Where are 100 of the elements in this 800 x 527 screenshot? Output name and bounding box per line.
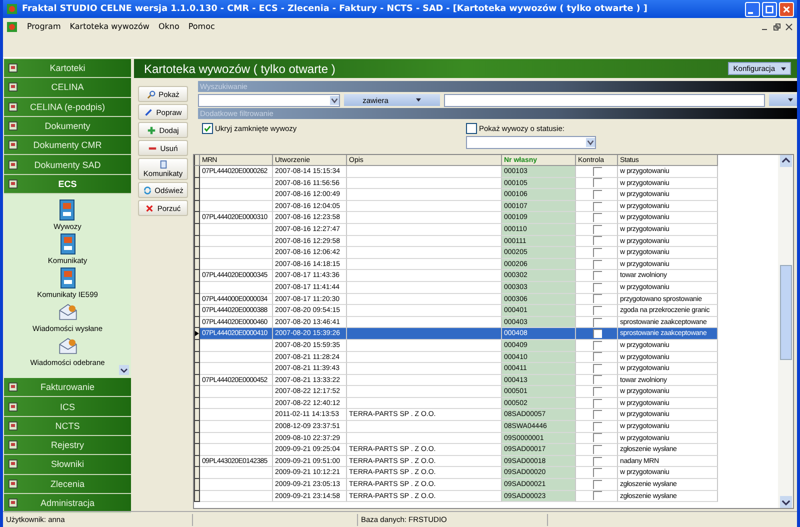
section-icon (8, 478, 18, 489)
scroll-down-icon[interactable] (780, 496, 792, 508)
checkbox[interactable] (593, 329, 602, 338)
checkbox[interactable] (593, 213, 602, 222)
sidebar-section[interactable]: NCTS (4, 416, 131, 436)
checkbox[interactable] (593, 248, 602, 257)
checkbox[interactable] (593, 410, 602, 420)
checkbox[interactable] (593, 445, 602, 454)
row-header[interactable] (194, 386, 200, 398)
minimize-button[interactable] (745, 2, 760, 16)
sidebar-section[interactable]: Dokumenty SAD (4, 155, 131, 175)
vertical-scrollbar[interactable] (778, 155, 793, 508)
checkbox[interactable] (593, 340, 602, 350)
section-icon (8, 102, 18, 112)
sidebar-section[interactable]: Rejestry (4, 436, 131, 456)
sidebar-section[interactable]: Dokumenty (4, 116, 131, 136)
checkbox[interactable] (593, 398, 602, 408)
checkbox[interactable] (593, 318, 602, 327)
checkbox[interactable] (466, 123, 477, 134)
document-icon (158, 160, 168, 169)
checkbox[interactable] (593, 387, 602, 396)
row-header[interactable] (194, 224, 200, 236)
row-header[interactable] (194, 305, 200, 317)
row-header[interactable] (194, 444, 200, 456)
row-header[interactable] (194, 398, 200, 410)
row-header[interactable] (194, 236, 200, 248)
row-header[interactable] (194, 456, 200, 468)
checkbox[interactable] (593, 271, 602, 280)
menu-item[interactable]: Okno (158, 22, 180, 31)
checkbox[interactable] (593, 236, 602, 246)
row-header[interactable] (194, 178, 200, 190)
checkbox[interactable] (593, 422, 602, 431)
cabinet-icon[interactable] (57, 198, 78, 222)
checkbox[interactable] (593, 260, 602, 269)
row-header[interactable] (194, 189, 200, 201)
row-header[interactable] (194, 479, 200, 491)
scroll-thumb[interactable] (780, 265, 792, 360)
row-header[interactable] (194, 363, 200, 375)
row-header[interactable] (194, 467, 200, 480)
row-header[interactable] (194, 432, 200, 444)
row-header[interactable] (194, 352, 200, 364)
checkbox[interactable] (593, 375, 602, 384)
field-dropdown[interactable] (198, 94, 340, 106)
close-icon[interactable] (785, 22, 793, 30)
row-header[interactable] (194, 409, 200, 422)
section-icon (8, 121, 18, 132)
sidebar-section[interactable]: CELINA (e-podpis) (4, 98, 131, 117)
sidebar-section[interactable]: ECS (4, 174, 131, 194)
menu-item[interactable]: Program (27, 22, 61, 31)
checkbox[interactable] (593, 468, 602, 478)
sidebar-section[interactable]: Zlecenia (4, 474, 131, 494)
checkbox[interactable] (593, 166, 602, 176)
maximize-button[interactable] (762, 2, 777, 16)
menu-item[interactable]: Pomoc (188, 22, 215, 31)
row-header[interactable] (194, 421, 200, 433)
sidebar-section[interactable]: Fakturowanie (4, 378, 131, 398)
sidebar-section[interactable]: Kartoteki (4, 59, 131, 78)
checkbox[interactable] (593, 480, 602, 489)
cabinet-icon[interactable] (58, 232, 78, 256)
sidebar-section[interactable]: ICS (4, 397, 131, 417)
row-header[interactable] (194, 200, 200, 212)
row-header[interactable] (194, 340, 200, 352)
checkbox[interactable] (593, 364, 602, 373)
checkbox[interactable] (593, 352, 602, 362)
checkbox[interactable] (593, 178, 602, 188)
close-icon (782, 4, 791, 14)
checkbox[interactable] (593, 306, 602, 315)
row-header[interactable] (194, 258, 200, 270)
row-header[interactable] (194, 490, 200, 502)
row-header[interactable] (194, 166, 200, 178)
row-header[interactable] (194, 247, 200, 259)
checkbox[interactable] (593, 456, 602, 466)
checkbox[interactable] (202, 123, 213, 134)
search-field[interactable] (444, 94, 765, 106)
row-header[interactable] (194, 212, 200, 224)
options-dropdown[interactable] (769, 94, 797, 106)
checkbox[interactable] (593, 294, 602, 304)
sidebar-section[interactable]: CELINA (4, 78, 131, 98)
row-header[interactable] (194, 270, 200, 282)
section-icon (8, 140, 18, 150)
sidebar-section[interactable]: Słowniki (4, 455, 131, 475)
checkbox[interactable] (593, 433, 602, 442)
scroll-up-icon[interactable] (780, 155, 792, 167)
restore-icon[interactable] (773, 22, 781, 30)
cabinet-icon[interactable] (58, 266, 78, 290)
close-button[interactable] (779, 2, 794, 16)
checkbox[interactable] (593, 190, 602, 199)
row-header[interactable] (194, 374, 200, 386)
sidebar-section[interactable]: Administracja (4, 494, 131, 514)
scroll-down-icon[interactable] (119, 365, 129, 376)
row-header[interactable] (194, 282, 200, 294)
checkbox[interactable] (593, 224, 602, 234)
row-header[interactable] (194, 328, 200, 340)
row-header[interactable] (194, 294, 200, 306)
checkbox[interactable] (593, 491, 602, 500)
row-header[interactable] (194, 316, 200, 328)
sidebar-section[interactable]: Dokumenty CMR (4, 136, 131, 156)
menu-item[interactable]: Kartoteka wywozów (70, 22, 150, 31)
checkbox[interactable] (593, 282, 602, 292)
checkbox[interactable] (593, 202, 602, 211)
